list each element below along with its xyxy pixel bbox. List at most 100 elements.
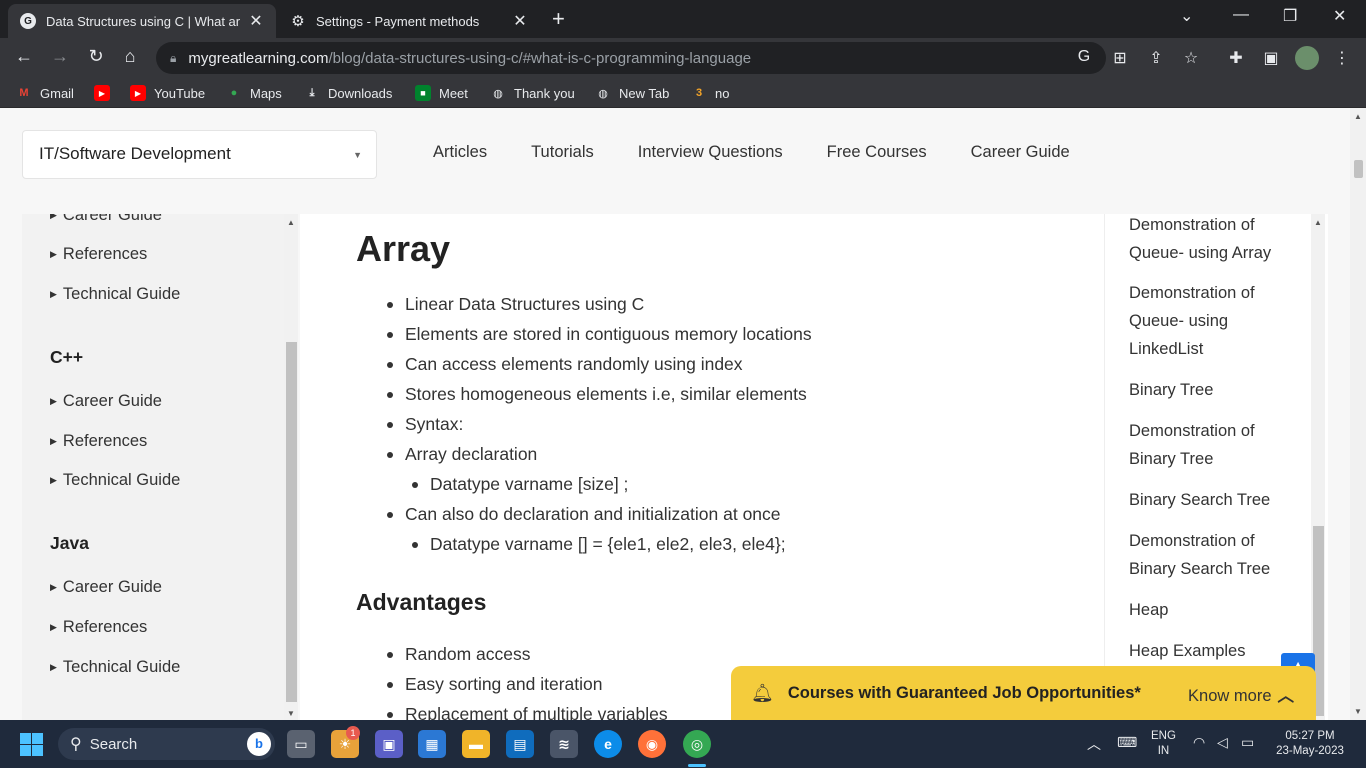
- sidebar-item-career-guide[interactable]: ▶ Career Guide: [50, 578, 162, 597]
- bookmark-downloads[interactable]: ⤓ Downloads: [304, 85, 393, 101]
- page-scrollbar[interactable]: ▲ ▼: [1350, 108, 1366, 720]
- site-header: IT/Software Development ▼ Articles Tutor…: [0, 108, 1350, 195]
- sidebar-item-references[interactable]: ▶ References: [50, 618, 147, 637]
- lock-icon[interactable]: 🔒︎: [170, 51, 176, 66]
- bookmark-new-tab[interactable]: ◍ New Tab: [595, 85, 669, 101]
- task-view-icon[interactable]: ▭: [287, 730, 315, 758]
- tab-data-structures[interactable]: G Data Structures using C | What ar ✕: [8, 4, 276, 38]
- microsoft-store-icon[interactable]: ▦: [418, 730, 446, 758]
- promo-text: Courses with Guaranteed Job Opportunitie…: [787, 683, 1141, 702]
- share-icon[interactable]: ⇪: [1146, 48, 1166, 68]
- google-lens-icon[interactable]: G: [1074, 48, 1094, 66]
- bookmark-youtube[interactable]: ▶ YouTube: [130, 85, 205, 101]
- restore-button[interactable]: ❐: [1283, 6, 1297, 26]
- tab-strip: G Data Structures using C | What ar ✕ ⚙ …: [0, 0, 1366, 38]
- nav-articles[interactable]: Articles: [433, 143, 487, 162]
- sidebar-link-binary-search-tree[interactable]: Binary Search Tree: [1129, 486, 1299, 514]
- bullet-dot: [387, 332, 393, 338]
- sidebar-link-demo-binary-tree[interactable]: Demonstration of Binary Tree: [1129, 417, 1299, 473]
- scroll-up-arrow-icon[interactable]: ▲: [1354, 112, 1362, 121]
- know-more-button[interactable]: Know more ︿: [1188, 682, 1294, 706]
- wifi-icon[interactable]: ◠: [1193, 734, 1205, 751]
- home-icon[interactable]: ⌂: [118, 46, 142, 67]
- caret-right-icon: ▶: [50, 582, 57, 592]
- bookmark-no[interactable]: 3 no: [691, 85, 730, 101]
- scroll-up-arrow-icon[interactable]: ▲: [1314, 218, 1322, 227]
- sidebar-item-technical-guide[interactable]: ▶ Technical Guide: [50, 285, 180, 304]
- tab-search-icon[interactable]: ⌄: [1180, 6, 1193, 26]
- sidebar-item-references[interactable]: ▶ References: [50, 245, 147, 264]
- sidebar-item-technical-guide[interactable]: ▶ Technical Guide: [50, 658, 180, 677]
- sidebar-link-binary-tree[interactable]: Binary Tree: [1129, 376, 1299, 404]
- scrollbar-thumb[interactable]: [1354, 160, 1363, 178]
- taskbar-search[interactable]: ⚲ Search b: [58, 728, 275, 760]
- translate-icon[interactable]: ⊞: [1110, 48, 1130, 68]
- close-tab-icon[interactable]: ✕: [512, 11, 528, 31]
- windows-start-icon[interactable]: [20, 733, 43, 756]
- bullet-dot: [387, 452, 393, 458]
- app-icon[interactable]: ▤: [506, 730, 534, 758]
- back-icon[interactable]: ←: [12, 46, 36, 67]
- volume-icon[interactable]: ◁: [1217, 734, 1228, 751]
- bookmark-maps[interactable]: ● Maps: [226, 85, 282, 101]
- firefox-icon[interactable]: ◉: [638, 730, 666, 758]
- close-window-button[interactable]: ✕: [1333, 6, 1346, 26]
- forward-icon[interactable]: →: [48, 46, 72, 67]
- close-tab-icon[interactable]: ✕: [248, 11, 264, 31]
- sidebar-item-career-guide[interactable]: ▶ Career Guide: [50, 392, 162, 411]
- menu-icon[interactable]: ⋮: [1332, 48, 1352, 68]
- sidebar-item-career-guide[interactable]: ▶ Career Guide: [50, 214, 162, 225]
- battery-icon[interactable]: ▭: [1241, 734, 1254, 751]
- bing-icon[interactable]: b: [247, 732, 271, 756]
- scroll-down-arrow-icon[interactable]: ▼: [287, 709, 295, 718]
- address-bar[interactable]: 🔒︎ mygreatlearning.com/blog/data-structu…: [156, 42, 1106, 74]
- sidebar-link-queue-array[interactable]: Demonstration of Queue- using Array: [1129, 214, 1299, 267]
- extensions-icon[interactable]: ✚: [1226, 48, 1246, 68]
- keyboard-icon[interactable]: ⌨: [1117, 734, 1137, 751]
- youtube-icon: ▶: [130, 85, 146, 101]
- language-indicator[interactable]: ENG IN: [1151, 729, 1176, 759]
- connect-icon[interactable]: ≋: [550, 730, 578, 758]
- bullet-dot: [387, 712, 393, 718]
- sidebar-item-technical-guide[interactable]: ▶ Technical Guide: [50, 471, 180, 490]
- chevron-up-icon: ︿: [1277, 687, 1295, 705]
- nav-interview-questions[interactable]: Interview Questions: [638, 143, 783, 162]
- sidebar-link-heap[interactable]: Heap: [1129, 596, 1299, 624]
- sub-list-item: Datatype varname [size] ;: [412, 474, 628, 495]
- tab-settings-payment[interactable]: ⚙ Settings - Payment methods ✕: [278, 4, 540, 38]
- promo-banner[interactable]: 🔔︎ Courses with Guaranteed Job Opportuni…: [731, 666, 1316, 720]
- minimize-button[interactable]: —: [1233, 6, 1249, 24]
- sidebar-link-queue-linkedlist[interactable]: Demonstration of Queue- using LinkedList: [1129, 279, 1299, 363]
- bookmarks-bar: M Gmail ▶ ▶ YouTube ● Maps ⤓ Downloads ■ Meet…: [0, 78, 1366, 108]
- bullet-dot: [412, 482, 418, 488]
- profile-avatar[interactable]: [1295, 46, 1319, 70]
- sidebar-item-references[interactable]: ▶ References: [50, 432, 147, 451]
- chevron-up-icon[interactable]: ︿: [1087, 734, 1101, 754]
- chrome-icon[interactable]: ◎: [683, 730, 711, 758]
- sidebar-link-heap-examples[interactable]: Heap Examples: [1129, 637, 1299, 665]
- globe-icon: ◍: [598, 87, 608, 100]
- scrollbar-thumb[interactable]: [286, 342, 297, 702]
- nav-tutorials[interactable]: Tutorials: [531, 143, 594, 162]
- nav-free-courses[interactable]: Free Courses: [827, 143, 927, 162]
- bookmark-thank-you[interactable]: ◍ Thank you: [490, 85, 575, 101]
- left-sidebar-scrollbar[interactable]: ▲ ▼: [284, 214, 298, 720]
- nav-career-guide[interactable]: Career Guide: [971, 143, 1070, 162]
- scroll-down-arrow-icon[interactable]: ▼: [1354, 707, 1362, 716]
- bookmark-star-icon[interactable]: ☆: [1181, 48, 1201, 68]
- category-select[interactable]: IT/Software Development ▼: [22, 130, 377, 179]
- bookmark-youtube-icon-only[interactable]: ▶: [94, 85, 118, 101]
- right-sidebar-scrollbar[interactable]: ▲: [1311, 214, 1325, 720]
- edge-icon[interactable]: e: [594, 730, 622, 758]
- reload-icon[interactable]: ↻: [84, 46, 108, 67]
- side-panel-icon[interactable]: ▣: [1261, 48, 1281, 68]
- bookmark-gmail[interactable]: M Gmail: [16, 85, 74, 101]
- system-clock[interactable]: 05:27 PM 23-May-2023: [1272, 729, 1348, 759]
- file-explorer-icon[interactable]: ▬: [462, 730, 490, 758]
- tab-title: Settings - Payment methods: [316, 13, 480, 29]
- scroll-up-arrow-icon[interactable]: ▲: [287, 218, 295, 227]
- sidebar-link-demo-bst[interactable]: Demonstration of Binary Search Tree: [1129, 527, 1299, 583]
- bookmark-meet[interactable]: ■ Meet: [415, 85, 468, 101]
- new-tab-button[interactable]: +: [552, 6, 565, 32]
- teams-chat-icon[interactable]: ▣: [375, 730, 403, 758]
